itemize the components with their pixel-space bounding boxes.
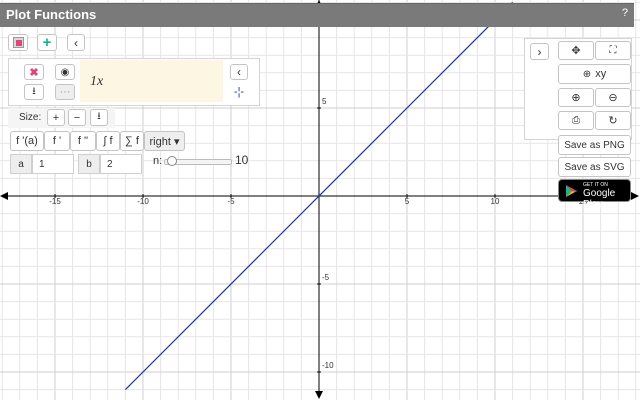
print-icon: ⎙ (572, 115, 580, 126)
reset-button[interactable]: ↻ (595, 111, 631, 130)
save-png-label: Save as PNG (564, 139, 625, 151)
size-plus-button[interactable]: + (47, 109, 65, 126)
close-icon: ✖ (29, 66, 39, 79)
param-n-label: n: (153, 155, 163, 167)
zoom-out-icon: ⊖ (608, 92, 618, 104)
collapse-button[interactable]: ‹ (67, 34, 85, 51)
zoom-in-button[interactable]: ⊕ (558, 88, 594, 107)
x-axis-arrow-left (0, 192, 8, 200)
second-derivative-label: f '' (77, 135, 89, 147)
position-dropdown-label: right ▾ (149, 135, 180, 148)
param-a-value: 1 (39, 158, 45, 170)
download-function-button[interactable]: ⭳ (24, 84, 44, 100)
y-axis-arrow-bottom (315, 391, 323, 399)
app-title: Plot Functions (6, 7, 97, 22)
title-bar: Plot Functions ? (0, 3, 634, 27)
save-svg-label: Save as SVG (564, 161, 625, 173)
chevron-left-icon: ‹ (237, 65, 241, 79)
edit-icon (12, 37, 24, 48)
size-download-button[interactable]: ⭳ (90, 109, 108, 126)
fullscreen-button[interactable]: ⛶ (595, 41, 631, 60)
placeholder-button[interactable]: ··· (55, 84, 75, 100)
download-icon: ⭳ (32, 85, 36, 97)
refresh-icon: ↻ (608, 115, 618, 127)
sum-label: ∑ f (125, 135, 139, 147)
x-axis-arrow-right (631, 192, 639, 200)
x-tick-label: -5 (227, 197, 235, 206)
pan-button[interactable]: ✥ (558, 41, 594, 60)
x-tick-label: 10 (491, 197, 500, 206)
n-slider-thumb[interactable] (166, 156, 177, 166)
zoom-out-button[interactable]: ⊖ (595, 88, 631, 107)
zoom-in-icon: ⊕ (571, 92, 581, 104)
zoom-xy-label: xy (595, 68, 607, 80)
size-label: Size: (19, 112, 42, 123)
print-button[interactable]: ⎙ (558, 111, 594, 130)
y-tick-label: -10 (322, 361, 334, 370)
help-button[interactable]: ? (622, 7, 628, 19)
param-a-input[interactable]: 1 (32, 154, 74, 174)
function-input[interactable]: 1x (80, 60, 223, 102)
add-icon: + (42, 33, 52, 51)
derivative-at-label: f '(a) (16, 135, 38, 147)
derivative-button[interactable]: f ' (44, 131, 70, 151)
save-png-button[interactable]: Save as PNG (558, 135, 631, 155)
x-tick-label: -15 (49, 197, 61, 206)
line-style-icon: -¦- (233, 86, 245, 98)
placeholder-dots: ··· (59, 86, 71, 98)
param-b-label: b (78, 154, 100, 174)
function-expression: 1x (90, 74, 104, 89)
y-tick-label: 5 (322, 97, 327, 106)
param-b-text: b (86, 158, 92, 170)
function-collapse-button[interactable]: ‹ (230, 64, 248, 80)
integral-label: ∫ f (103, 135, 113, 147)
position-dropdown[interactable]: right ▾ (144, 131, 185, 151)
chevron-right-icon: › (537, 44, 542, 59)
param-a-label: a (10, 154, 32, 174)
google-play-icon (566, 185, 578, 197)
integral-button[interactable]: ∫ f (96, 131, 120, 151)
sum-button[interactable]: ∑ f (120, 131, 144, 151)
zoom-icon: ⊕ (582, 68, 592, 80)
google-play-big-text: Google Play (583, 188, 616, 210)
google-play-badge[interactable]: GET IT ON Google Play (558, 179, 631, 210)
n-slider-track[interactable] (164, 156, 232, 166)
param-b-input[interactable]: 2 (100, 154, 142, 174)
zoom-xy-button[interactable]: ⊕ xy (558, 64, 631, 84)
param-a-text: a (18, 158, 24, 170)
size-minus-button[interactable]: − (68, 109, 86, 126)
edit-button[interactable] (8, 34, 28, 51)
add-function-button[interactable]: + (37, 34, 57, 51)
x-tick-label: -10 (137, 197, 149, 206)
y-tick-label: -5 (322, 273, 330, 282)
derivative-label: f ' (52, 135, 62, 147)
derivative-at-button[interactable]: f '(a) (10, 131, 44, 151)
save-svg-button[interactable]: Save as SVG (558, 157, 631, 177)
x-tick-label: 5 (405, 197, 410, 206)
plus-icon: + (52, 111, 60, 124)
fullscreen-icon: ⛶ (609, 45, 617, 56)
function-line-style[interactable]: -¦- (230, 84, 248, 100)
minus-icon: − (73, 111, 81, 124)
param-n-value: 10 (235, 153, 249, 167)
delete-function-button[interactable]: ✖ (24, 64, 44, 80)
locate-button[interactable]: ◉ (55, 64, 75, 80)
download-icon: ⭳ (97, 111, 101, 122)
move-icon: ✥ (571, 45, 581, 57)
chevron-left-icon: ‹ (74, 35, 78, 50)
param-b-value: 2 (107, 158, 113, 170)
expand-panel-button[interactable]: › (530, 43, 549, 60)
map-pin-icon: ◉ (60, 66, 70, 78)
second-derivative-button[interactable]: f '' (70, 131, 96, 151)
